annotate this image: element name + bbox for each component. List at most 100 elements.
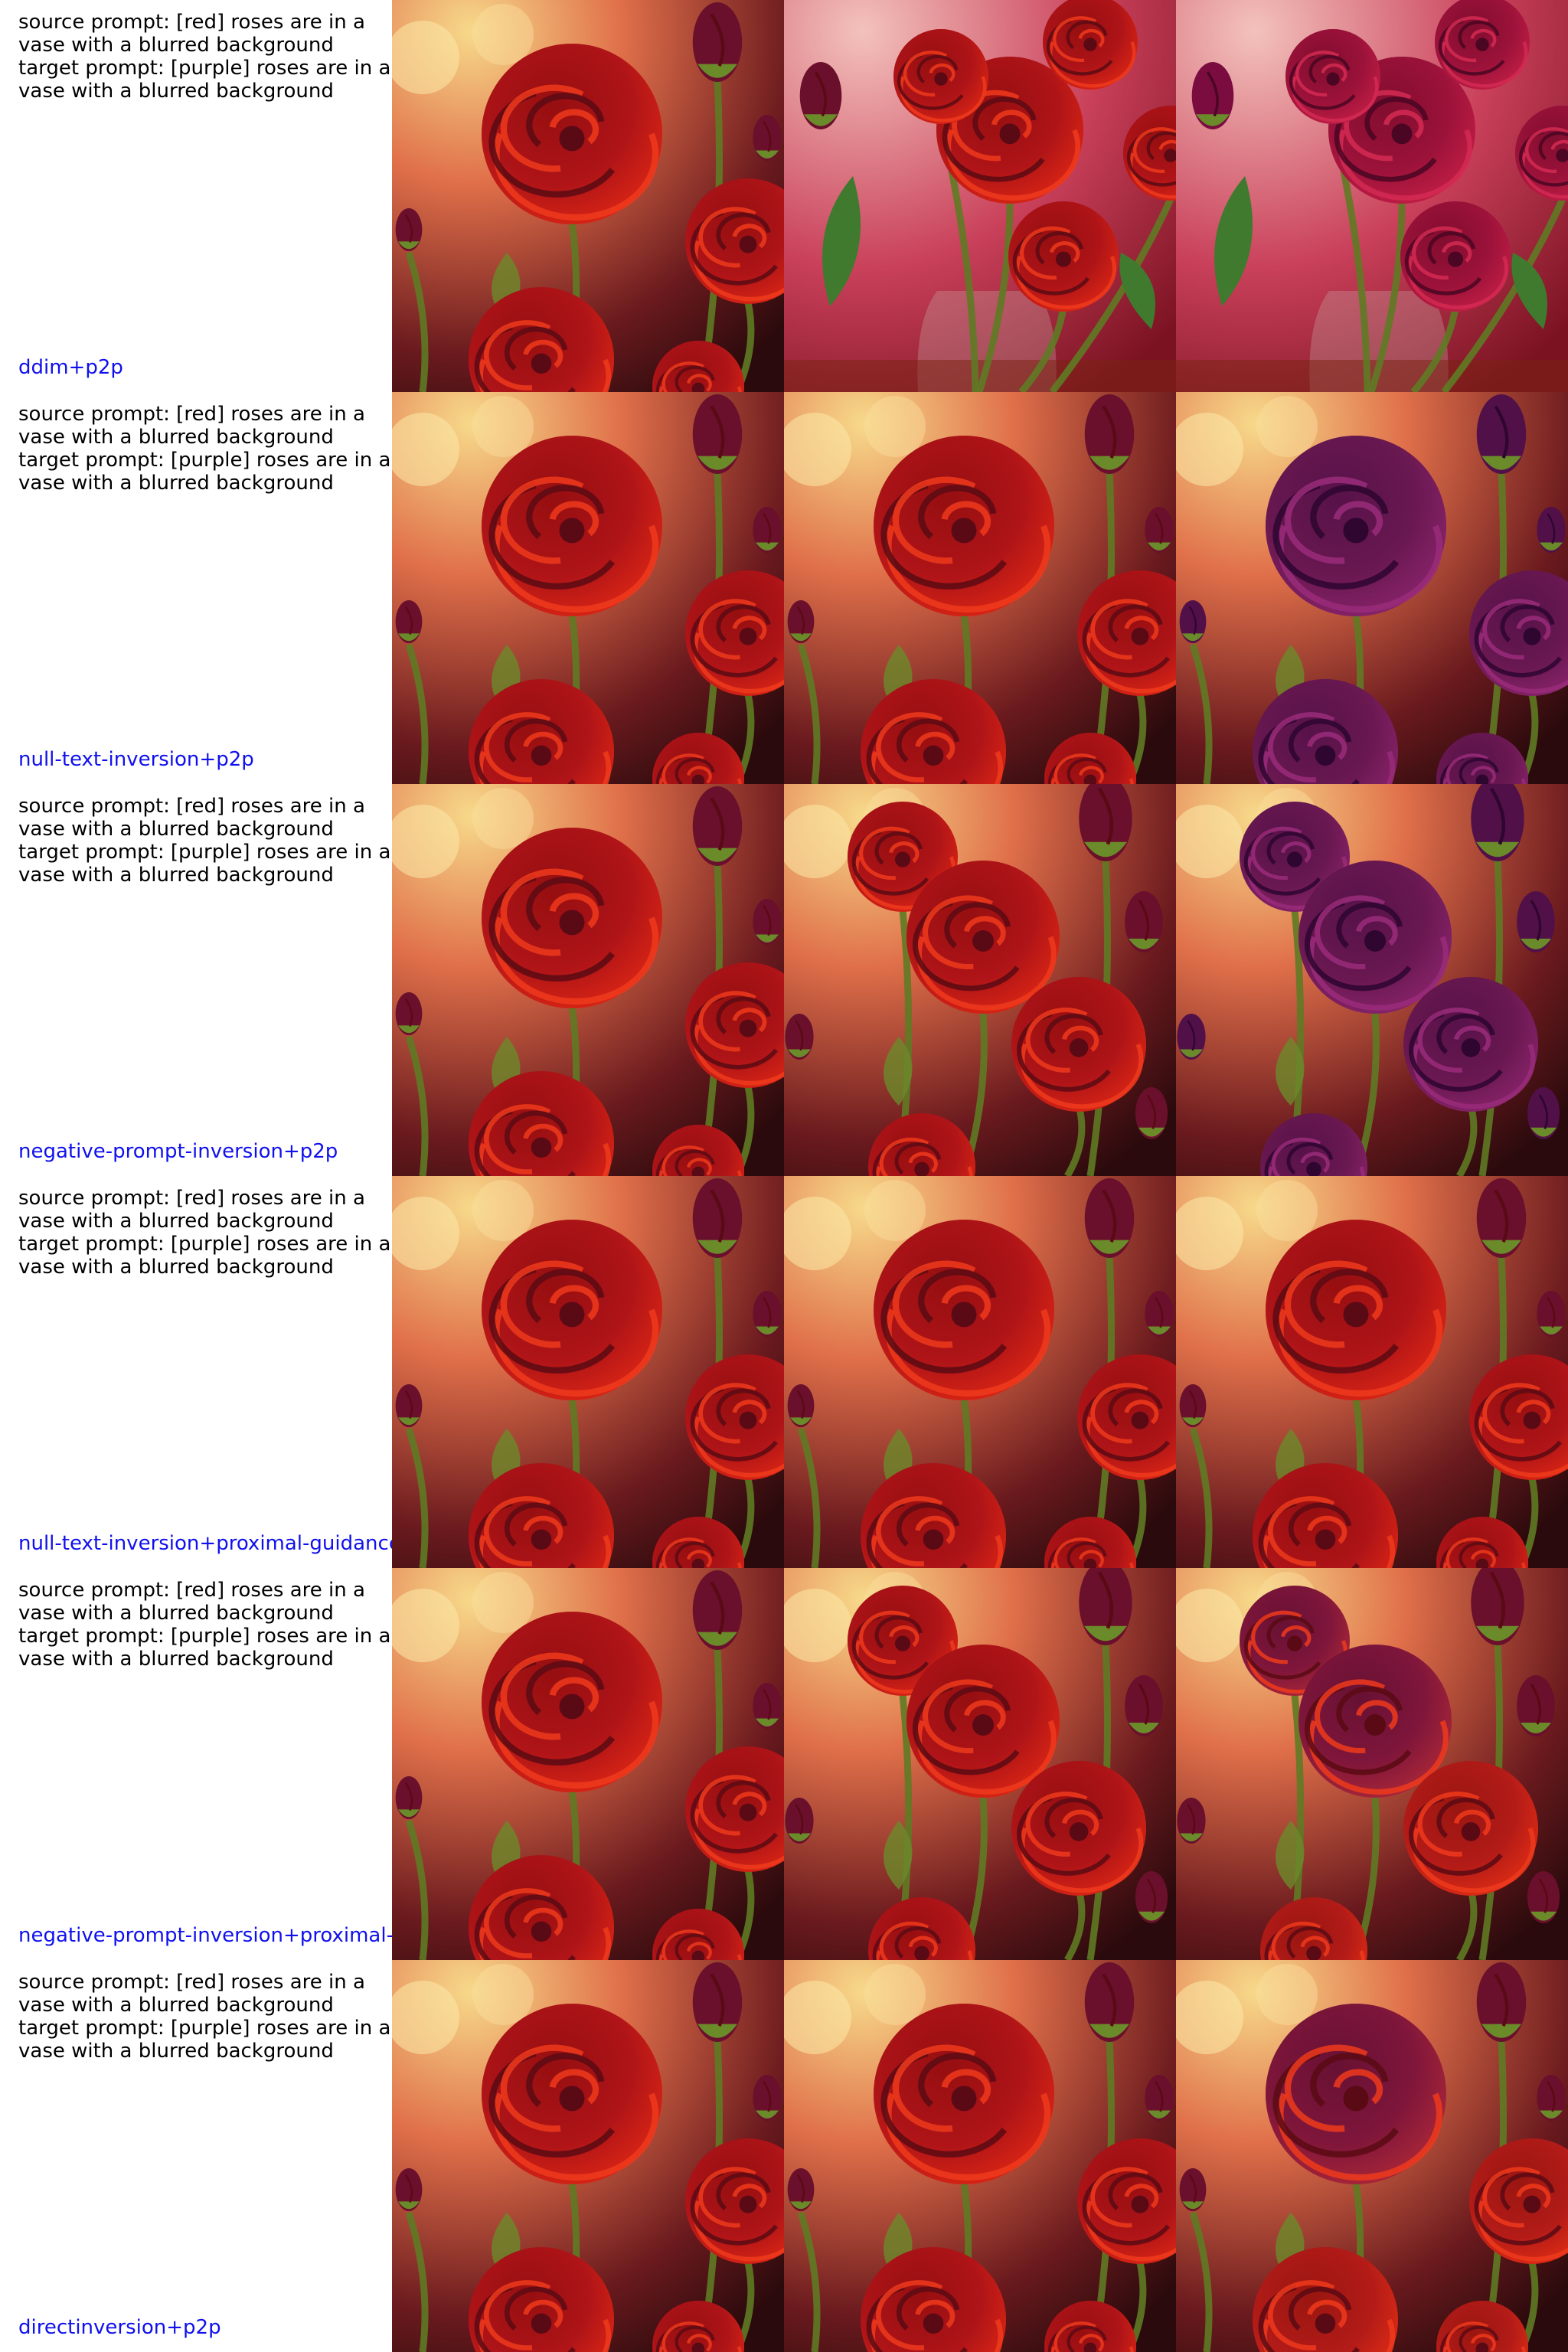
prompt-line: vase with a blurred background: [18, 80, 334, 103]
prompt-line: vase with a blurred background: [18, 1210, 334, 1233]
prompt-line: vase with a blurred background: [18, 1994, 334, 2017]
rose-bud-icon: [753, 899, 782, 945]
source-image: [392, 784, 784, 1176]
rose-bud-icon: [787, 1384, 815, 1427]
result-row: source prompt: [red] roses are in a vase …: [0, 1176, 1568, 1568]
row-label-panel: source prompt: [red] roses are in a vase …: [0, 1960, 392, 2352]
rose-bud-icon: [1527, 1087, 1560, 1139]
reconstruction-image: [784, 1568, 1176, 1960]
rose-bud-icon: [753, 1291, 782, 1337]
rose-bud-icon: [785, 1014, 814, 1060]
rose-bud-icon: [1191, 62, 1234, 129]
rose-icon: [482, 1612, 662, 1792]
rose-bud-icon: [753, 115, 782, 161]
rose-icon: [1266, 2004, 1446, 2184]
rose-bud-icon: [692, 786, 743, 866]
edited-image: [1176, 1176, 1568, 1568]
prompt-line: source prompt: [red] roses are in a: [18, 1579, 365, 1602]
rose-bud-icon: [1084, 1962, 1135, 2042]
rose-bud-icon: [1125, 891, 1163, 952]
prompt-line: target prompt: [purple] roses are in a: [18, 2017, 391, 2040]
rose-bud-icon: [1517, 891, 1555, 952]
rose-bud-icon: [1135, 1871, 1168, 1923]
rose-bud-icon: [1135, 1087, 1168, 1139]
edited-image: [1176, 0, 1568, 392]
reconstruction-image: [784, 392, 1176, 784]
rose-bud-icon: [799, 62, 842, 129]
prompt-line: vase with a blurred background: [18, 818, 334, 841]
prompt-line: target prompt: [purple] roses are in a: [18, 1625, 391, 1648]
rose-bud-icon: [1527, 1871, 1560, 1923]
rose-bud-icon: [395, 208, 423, 251]
rose-icon: [906, 1645, 1060, 1798]
prompt-text: source prompt: [red] roses are in a vase …: [18, 403, 391, 495]
rose-bud-icon: [753, 507, 782, 553]
row-label-panel: source prompt: [red] roses are in a vase …: [0, 1568, 392, 1960]
method-label: ddim+p2p: [18, 356, 123, 379]
rose-bud-icon: [787, 2168, 815, 2211]
result-row: source prompt: [red] roses are in a vase …: [0, 784, 1568, 1176]
reconstruction-image: [784, 784, 1176, 1176]
result-row: source prompt: [red] roses are in a vase …: [0, 1960, 1568, 2352]
edited-image: [1176, 1960, 1568, 2352]
rose-bud-icon: [692, 1570, 743, 1650]
prompt-text: source prompt: [red] roses are in a vase …: [18, 1579, 391, 1671]
rose-bud-icon: [753, 2075, 782, 2121]
rose-bud-icon: [1179, 2168, 1207, 2211]
prompt-line: vase with a blurred background: [18, 864, 334, 887]
rose-icon: [1298, 1645, 1452, 1798]
row-label-panel: source prompt: [red] roses are in a vase …: [0, 784, 392, 1176]
rose-bud-icon: [1537, 507, 1566, 553]
row-label-panel: source prompt: [red] roses are in a vase …: [0, 392, 392, 784]
rose-icon: [1298, 861, 1452, 1014]
rose-bud-icon: [1179, 600, 1207, 643]
rose-bud-icon: [1084, 1178, 1135, 1258]
edited-image: [1176, 784, 1568, 1176]
edited-image: [1176, 392, 1568, 784]
rose-icon: [1403, 977, 1538, 1112]
rose-icon: [482, 2004, 662, 2184]
rose-icon: [906, 861, 1060, 1014]
prompt-text: source prompt: [red] roses are in a vase …: [18, 11, 391, 103]
rose-bud-icon: [395, 1776, 423, 1819]
reconstruction-image: [784, 0, 1176, 392]
rose-bud-icon: [1537, 2075, 1566, 2121]
prompt-line: target prompt: [purple] roses are in a: [18, 57, 391, 80]
rose-icon: [1011, 977, 1146, 1112]
prompt-text: source prompt: [red] roses are in a vase …: [18, 795, 391, 887]
rose-icon: [1403, 1761, 1538, 1896]
method-label: negative-prompt-inversion+proximal-guida…: [18, 1924, 392, 1947]
rose-bud-icon: [692, 1962, 743, 2042]
rose-icon: [482, 1220, 662, 1400]
rose-icon: [1266, 1220, 1446, 1400]
prompt-line: vase with a blurred background: [18, 1256, 334, 1279]
rose-bud-icon: [1177, 1798, 1206, 1844]
prompt-line: vase with a blurred background: [18, 472, 334, 495]
prompt-text: source prompt: [red] roses are in a vase …: [18, 1971, 391, 2063]
rose-bud-icon: [1179, 1384, 1207, 1427]
prompt-text: source prompt: [red] roses are in a vase …: [18, 1187, 390, 1279]
prompt-line: vase with a blurred background: [18, 34, 334, 57]
rose-icon: [1008, 201, 1119, 312]
prompt-line: target prompt: [purple] roses are in a: [18, 449, 391, 472]
rose-icon: [893, 29, 988, 124]
rose-icon: [874, 436, 1054, 616]
row-label-panel: source prompt: [red] roses are in a vase …: [0, 1176, 392, 1568]
prompt-line: source prompt: [red] roses are in a: [18, 403, 365, 426]
rose-bud-icon: [1517, 1675, 1555, 1736]
rose-icon: [482, 436, 662, 616]
rose-bud-icon: [787, 600, 815, 643]
source-image: [392, 1960, 784, 2352]
rose-icon: [1011, 1761, 1146, 1896]
rose-bud-icon: [395, 992, 423, 1035]
method-label: null-text-inversion+p2p: [18, 748, 254, 771]
prompt-line: source prompt: [red] roses are in a: [18, 1187, 365, 1210]
rose-bud-icon: [692, 2, 743, 82]
reconstruction-image: [784, 1176, 1176, 1568]
source-image: [392, 392, 784, 784]
source-image: [392, 0, 784, 392]
rose-icon: [1285, 29, 1380, 124]
prompt-line: target prompt: [purple] roses are in a: [18, 841, 391, 864]
rose-bud-icon: [1476, 394, 1527, 474]
result-row: source prompt: [red] roses are in a vase …: [0, 392, 1568, 784]
